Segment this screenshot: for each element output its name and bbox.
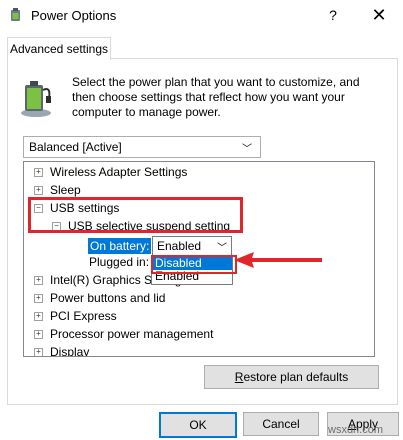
tab-label: Advanced settings <box>9 42 109 56</box>
cancel-button[interactable]: Cancel <box>243 412 319 436</box>
restore-plan-defaults-button[interactable]: Restore plan defaults <box>204 365 379 389</box>
tree-item-label: Wireless Adapter Settings <box>50 165 188 179</box>
chevron-down-icon: ﹀ <box>217 243 227 254</box>
close-button[interactable]: ✕ <box>366 4 392 26</box>
expand-icon[interactable]: + <box>34 276 43 285</box>
expand-icon[interactable]: + <box>34 330 43 339</box>
option-highlight-box <box>151 255 237 274</box>
on-battery-label[interactable]: On battery: <box>88 238 152 254</box>
battery-plan-icon <box>21 81 51 117</box>
on-battery-select[interactable]: Enabled ﹀ <box>152 236 232 256</box>
usb-settings-highlight-box <box>28 197 243 233</box>
chevron-down-icon: ﹀ <box>242 144 252 155</box>
expand-icon[interactable]: + <box>34 294 43 303</box>
red-arrow-icon <box>234 252 322 268</box>
help-button[interactable]: ? <box>322 4 344 26</box>
window-title: Power Options <box>31 8 117 23</box>
on-battery-select-value: Enabled <box>157 239 202 253</box>
power-options-icon <box>11 8 20 21</box>
tree-item-label: Plugged in: <box>89 255 150 269</box>
expand-icon[interactable]: + <box>34 186 43 195</box>
expand-icon[interactable]: + <box>34 312 43 321</box>
tab-advanced-settings[interactable]: Advanced settings <box>7 37 111 60</box>
tree-item-label: Power buttons and lid <box>50 291 166 305</box>
description-text: Select the power plan that you want to c… <box>72 75 360 119</box>
power-plan-select[interactable]: Balanced [Active] ﹀ <box>23 136 261 158</box>
tree-item-label: Display <box>50 345 90 357</box>
watermark-text: wsxdn.com <box>328 424 384 436</box>
tree-item-label: Processor power management <box>50 327 214 341</box>
expand-icon[interactable]: + <box>34 348 43 356</box>
expand-icon[interactable]: + <box>34 168 43 177</box>
restore-label: estore plan defaults <box>243 370 349 384</box>
power-plan-select-value: Balanced [Active] <box>29 140 122 154</box>
tree-item-label: PCI Express <box>50 309 117 323</box>
ok-button[interactable]: OK <box>159 412 237 438</box>
